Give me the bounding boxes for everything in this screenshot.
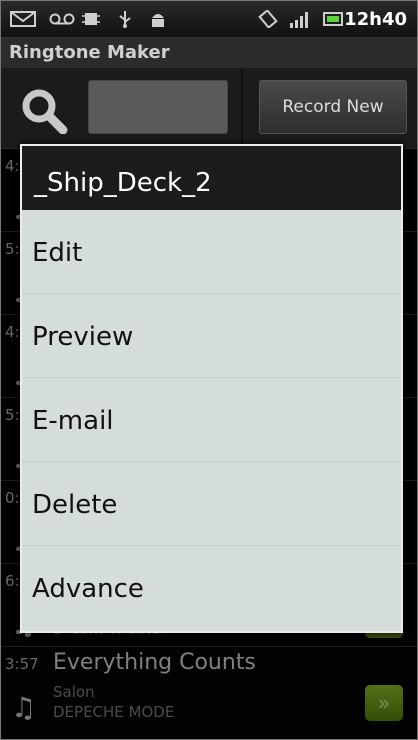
usb-icon bbox=[119, 11, 131, 28]
screen: 12h40 Ringtone Maker Record New 4: ♫ » 5… bbox=[0, 0, 418, 740]
rotate-icon bbox=[258, 10, 278, 28]
menu-item-advance[interactable]: Advance bbox=[22, 546, 401, 629]
divider bbox=[241, 68, 243, 148]
battery-icon bbox=[323, 12, 343, 26]
search-row: Record New bbox=[1, 68, 417, 149]
menu-item-delete[interactable]: Delete bbox=[22, 462, 401, 546]
menu-item-email[interactable]: E-mail bbox=[22, 378, 401, 462]
context-menu-dialog: _Ship_Deck_2 Edit Preview E-mail Delete … bbox=[20, 144, 403, 633]
search-icon[interactable] bbox=[17, 86, 69, 134]
record-new-button[interactable]: Record New bbox=[259, 80, 407, 134]
cpu-icon bbox=[82, 13, 100, 25]
app-title-bar: Ringtone Maker bbox=[1, 38, 417, 68]
search-input[interactable] bbox=[88, 80, 228, 134]
android-icon bbox=[152, 14, 164, 27]
menu-item-edit[interactable]: Edit bbox=[22, 210, 401, 294]
envelope-icon bbox=[10, 11, 36, 27]
signal-icon bbox=[290, 12, 308, 28]
app-title: Ringtone Maker bbox=[9, 42, 170, 63]
clock: 12h40 bbox=[344, 9, 407, 30]
dialog-title: _Ship_Deck_2 bbox=[22, 146, 401, 210]
menu-item-preview[interactable]: Preview bbox=[22, 294, 401, 378]
voicemail-icon bbox=[49, 13, 75, 25]
status-bar: 12h40 bbox=[1, 1, 417, 38]
